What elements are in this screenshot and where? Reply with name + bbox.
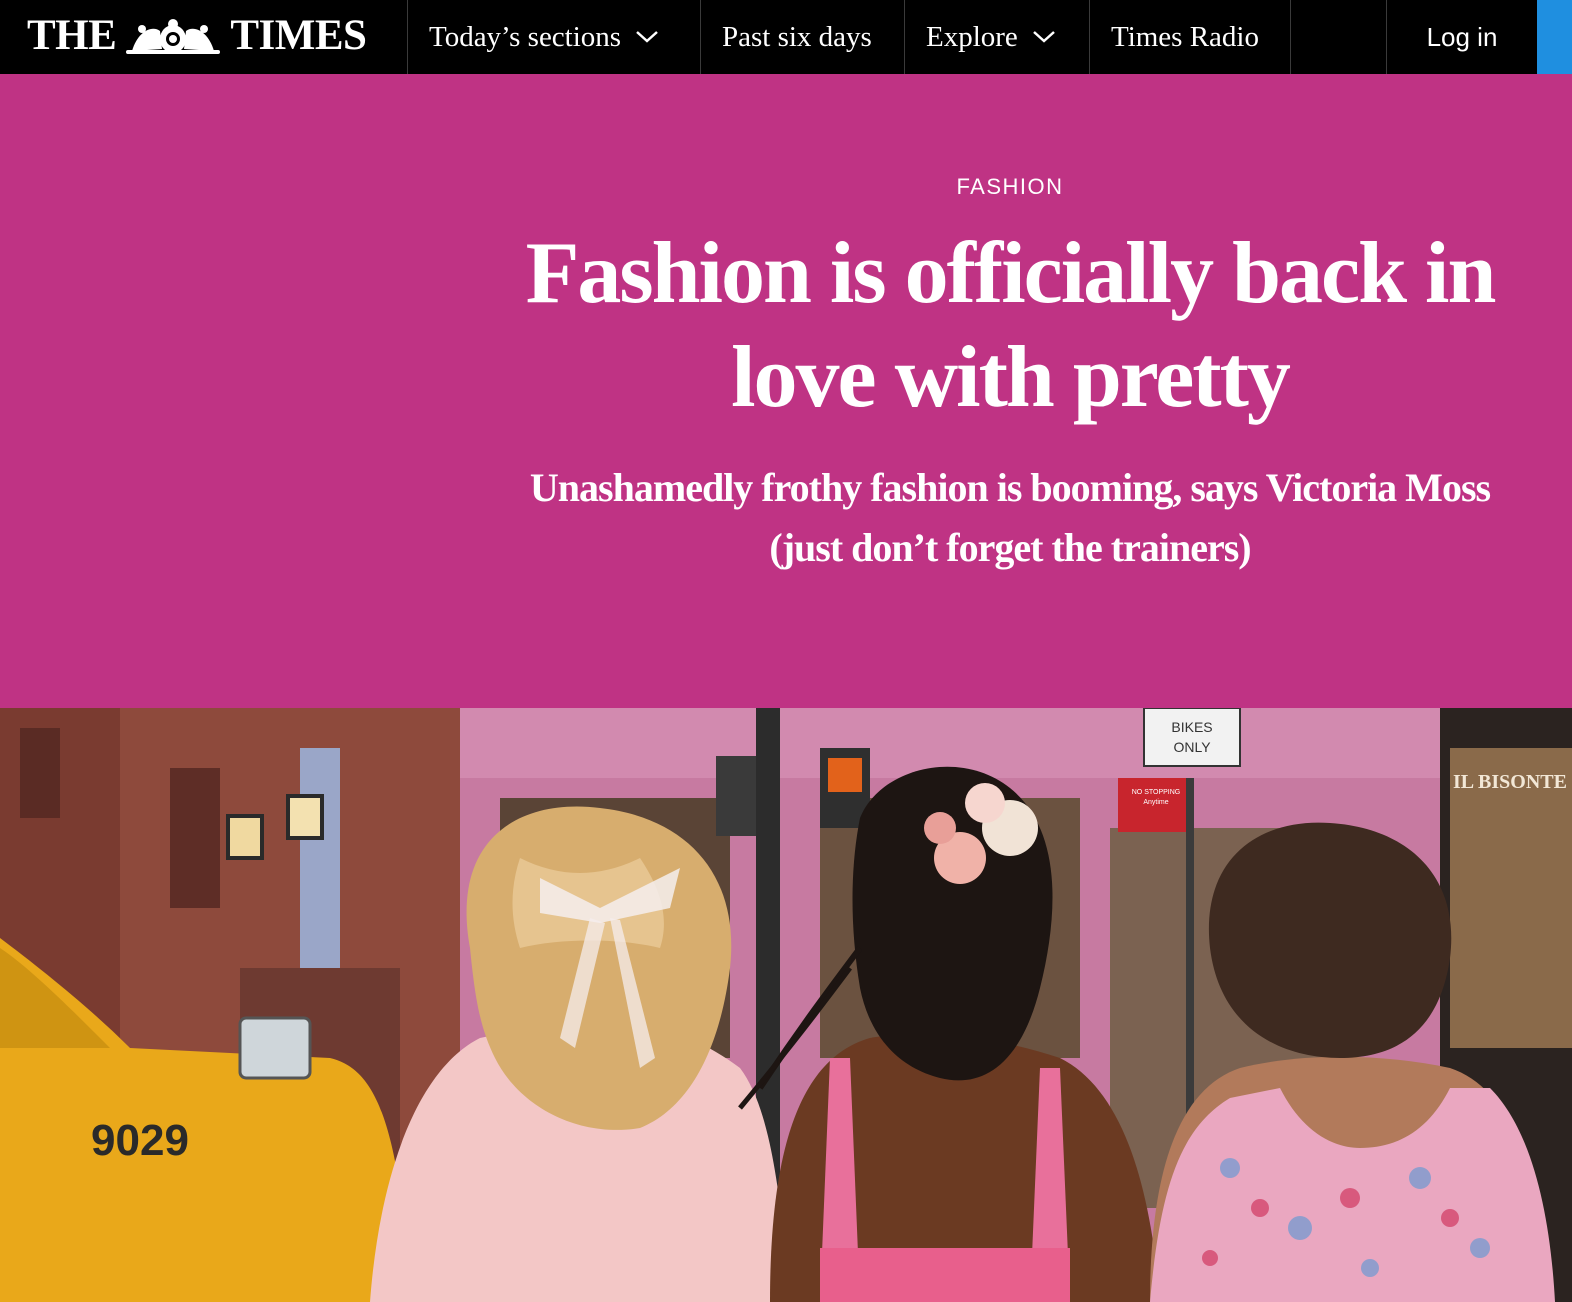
- chevron-down-icon: [636, 31, 658, 43]
- logo-word-the: THE: [27, 11, 117, 59]
- nav-label: Today’s sections: [429, 20, 622, 53]
- lead-photo-illustration: BIKES ONLY NO STOPPING Anytime IL BISONT…: [0, 708, 1572, 1302]
- account-accent-tab[interactable]: [1537, 0, 1572, 74]
- nav-times-radio[interactable]: Times Radio: [1111, 0, 1259, 74]
- nav-divider: [700, 0, 701, 74]
- no-stopping-sign-line2: Anytime: [1143, 799, 1168, 806]
- nav-label: Times Radio: [1111, 20, 1259, 53]
- chevron-down-icon: [1032, 31, 1055, 43]
- nav-explore[interactable]: Explore: [926, 0, 1056, 74]
- nav-divider: [407, 0, 408, 74]
- article-standfirst: Unashamedly frothy fashion is booming, s…: [529, 465, 1491, 570]
- login-button[interactable]: Log in: [1387, 0, 1537, 74]
- taxi-number: 9029: [91, 1116, 189, 1165]
- article-headline: Fashion is officially back in love with …: [525, 225, 1497, 426]
- nav-divider: [1089, 0, 1090, 74]
- top-navigation-bar: THE TIMES Today’s sections Past six days…: [0, 0, 1572, 74]
- shop-sign: IL BISONTE: [1453, 771, 1567, 793]
- nav-divider: [1290, 0, 1291, 74]
- nav-todays-sections[interactable]: Today’s sections: [429, 0, 659, 74]
- logo-word-times: TIMES: [230, 11, 367, 59]
- nav-past-six-days[interactable]: Past six days: [722, 0, 872, 74]
- nav-divider: [904, 0, 905, 74]
- bikes-only-sign-line1: BIKES: [1171, 719, 1212, 735]
- the-times-logo[interactable]: THE TIMES: [27, 10, 367, 60]
- nav-label: Past six days: [722, 20, 872, 53]
- lead-photo: BIKES ONLY NO STOPPING Anytime IL BISONT…: [0, 708, 1572, 1302]
- bikes-only-sign-line2: ONLY: [1173, 739, 1211, 755]
- royal-crest-icon: [126, 19, 221, 54]
- no-stopping-sign-line1: NO STOPPING: [1132, 789, 1181, 796]
- nav-label: Explore: [926, 20, 1018, 53]
- section-label[interactable]: FASHION: [760, 174, 1260, 200]
- article-hero: FASHION Fashion is officially back in lo…: [0, 74, 1572, 708]
